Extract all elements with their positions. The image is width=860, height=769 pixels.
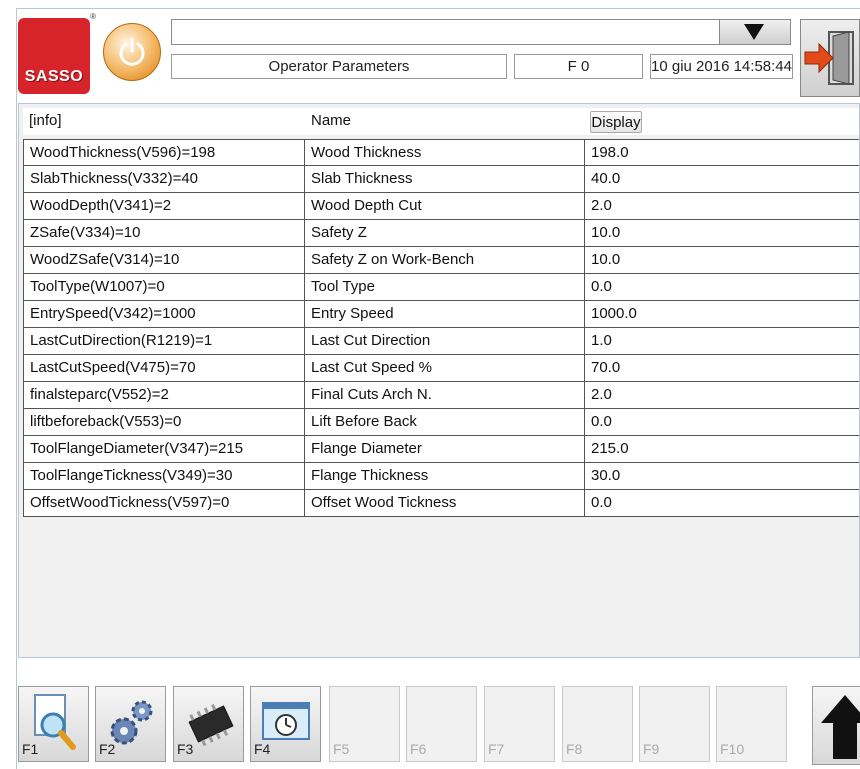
column-header-display-cell: Display	[585, 108, 859, 135]
cell-name[interactable]: Safety Z	[305, 220, 585, 247]
function-key-label: F10	[720, 741, 745, 757]
function-key-f2[interactable]: F2	[95, 686, 166, 762]
column-header-display[interactable]: Display	[590, 111, 642, 133]
cell-display[interactable]: 0.0	[585, 274, 859, 301]
cell-display[interactable]: 198.0	[585, 139, 859, 166]
function-key-label: F4	[254, 741, 271, 757]
table-row[interactable]: LastCutDirection(R1219)=1 Last Cut Direct…	[19, 328, 859, 355]
column-header-info[interactable]: [info]	[23, 108, 305, 135]
cell-name[interactable]: Flange Diameter	[305, 436, 585, 463]
cell-name[interactable]: Lift Before Back	[305, 409, 585, 436]
power-button[interactable]	[103, 23, 161, 81]
cell-name[interactable]: Flange Thickness	[305, 463, 585, 490]
function-key-label: F3	[177, 741, 194, 757]
cell-display[interactable]: 30.0	[585, 463, 859, 490]
table-header: [info] Name Display	[19, 108, 859, 135]
function-key-f7[interactable]: F7	[484, 686, 555, 762]
table-row[interactable]: EntrySpeed(V342)=1000 Entry Speed 1000.0	[19, 301, 859, 328]
cell-display[interactable]: 2.0	[585, 193, 859, 220]
cell-name[interactable]: Safety Z on Work-Bench	[305, 247, 585, 274]
table-row[interactable]: OffsetWoodTickness(V597)=0 Offset Wood Ti…	[19, 490, 859, 517]
cell-display[interactable]: 0.0	[585, 409, 859, 436]
function-key-label: F1	[22, 741, 39, 757]
cell-name[interactable]: Offset Wood Tickness	[305, 490, 585, 517]
table-row[interactable]: LastCutSpeed(V475)=70 Last Cut Speed % 70.…	[19, 355, 859, 382]
cell-info[interactable]: SlabThickness(V332)=40	[23, 166, 305, 193]
cell-display[interactable]: 10.0	[585, 220, 859, 247]
cell-info[interactable]: ToolFlangeDiameter(V347)=215	[23, 436, 305, 463]
registered-mark: ®	[90, 12, 96, 21]
exit-door-icon	[804, 31, 854, 85]
cell-display[interactable]: 40.0	[585, 166, 859, 193]
parameters-table: [info] Name Display WoodThickness(V596)=…	[18, 103, 860, 658]
datetime-field: 10 giu 2016 14:58:44	[650, 54, 793, 79]
cell-info[interactable]: ToolFlangeTickness(V349)=30	[23, 463, 305, 490]
cell-name[interactable]: Wood Thickness	[305, 139, 585, 166]
table-row[interactable]: ToolFlangeDiameter(V347)=215 Flange Diame…	[19, 436, 859, 463]
function-key-f5[interactable]: F5	[329, 686, 400, 762]
table-row[interactable]: ZSafe(V334)=10 Safety Z 10.0	[19, 220, 859, 247]
table-row[interactable]: WoodThickness(V596)=198 Wood Thickness 198…	[19, 139, 859, 166]
power-icon	[119, 37, 145, 66]
cell-info[interactable]: WoodZSafe(V314)=10	[23, 247, 305, 274]
cell-info[interactable]: LastCutDirection(R1219)=1	[23, 328, 305, 355]
sasso-logo: ® SASSO	[18, 12, 96, 94]
page-title: Operator Parameters	[171, 54, 507, 79]
function-key-f10[interactable]: F10	[716, 686, 787, 762]
cell-info[interactable]: EntrySpeed(V342)=1000	[23, 301, 305, 328]
cell-name[interactable]: Slab Thickness	[305, 166, 585, 193]
parameter-dropdown[interactable]	[171, 19, 791, 45]
cell-name[interactable]: Wood Depth Cut	[305, 193, 585, 220]
cell-info[interactable]: WoodDepth(V341)=2	[23, 193, 305, 220]
cell-info[interactable]: LastCutSpeed(V475)=70	[23, 355, 305, 382]
table-row[interactable]: WoodZSafe(V314)=10 Safety Z on Work-Bench…	[19, 247, 859, 274]
function-key-label: F5	[333, 741, 350, 757]
function-key-f3[interactable]: F3	[173, 686, 244, 762]
cell-name[interactable]: Last Cut Speed %	[305, 355, 585, 382]
exit-button[interactable]	[800, 19, 860, 97]
function-key-f1[interactable]: F1	[18, 686, 89, 762]
cell-display[interactable]: 1.0	[585, 328, 859, 355]
cell-info[interactable]: finalsteparc(V552)=2	[23, 382, 305, 409]
scroll-up-button[interactable]	[812, 686, 860, 765]
function-key-label: F8	[566, 741, 583, 757]
function-key-f4[interactable]: F4	[250, 686, 321, 762]
function-key-label: F7	[488, 741, 505, 757]
cell-display[interactable]: 2.0	[585, 382, 859, 409]
f-status-field: F 0	[514, 54, 643, 79]
cell-name[interactable]: Final Cuts Arch N.	[305, 382, 585, 409]
arrow-up-icon	[821, 695, 860, 759]
cell-info[interactable]: ZSafe(V334)=10	[23, 220, 305, 247]
function-key-label: F2	[99, 741, 116, 757]
function-key-f8[interactable]: F8	[562, 686, 633, 762]
cell-display[interactable]: 215.0	[585, 436, 859, 463]
table-row[interactable]: WoodDepth(V341)=2 Wood Depth Cut 2.0	[19, 193, 859, 220]
triangle-down-icon	[744, 24, 764, 40]
table-row[interactable]: SlabThickness(V332)=40 Slab Thickness 40.0	[19, 166, 859, 193]
function-key-f6[interactable]: F6	[406, 686, 477, 762]
cell-display[interactable]: 1000.0	[585, 301, 859, 328]
function-key-label: F6	[410, 741, 427, 757]
cell-info[interactable]: liftbeforeback(V553)=0	[23, 409, 305, 436]
function-key-label: F9	[643, 741, 660, 757]
table-row[interactable]: liftbeforeback(V553)=0 Lift Before Back 0.…	[19, 409, 859, 436]
logo-text: SASSO	[24, 68, 84, 85]
table-row[interactable]: ToolFlangeTickness(V349)=30 Flange Thickn…	[19, 463, 859, 490]
cell-info[interactable]: OffsetWoodTickness(V597)=0	[23, 490, 305, 517]
dropdown-toggle[interactable]	[719, 20, 790, 44]
cell-name[interactable]: Tool Type	[305, 274, 585, 301]
cell-info[interactable]: WoodThickness(V596)=198	[23, 139, 305, 166]
cell-display[interactable]: 10.0	[585, 247, 859, 274]
column-header-name[interactable]: Name	[305, 108, 585, 135]
table-row[interactable]: ToolType(W1007)=0 Tool Type 0.0	[19, 274, 859, 301]
cell-info[interactable]: ToolType(W1007)=0	[23, 274, 305, 301]
function-key-f9[interactable]: F9	[639, 686, 710, 762]
cell-name[interactable]: Last Cut Direction	[305, 328, 585, 355]
function-key-bar: F1 F2 F3 F4 F5 F6 F7 F8 F9 F10	[16, 686, 860, 765]
cell-display[interactable]: 70.0	[585, 355, 859, 382]
table-row[interactable]: finalsteparc(V552)=2 Final Cuts Arch N. 2.…	[19, 382, 859, 409]
cell-name[interactable]: Entry Speed	[305, 301, 585, 328]
cell-display[interactable]: 0.0	[585, 490, 859, 517]
